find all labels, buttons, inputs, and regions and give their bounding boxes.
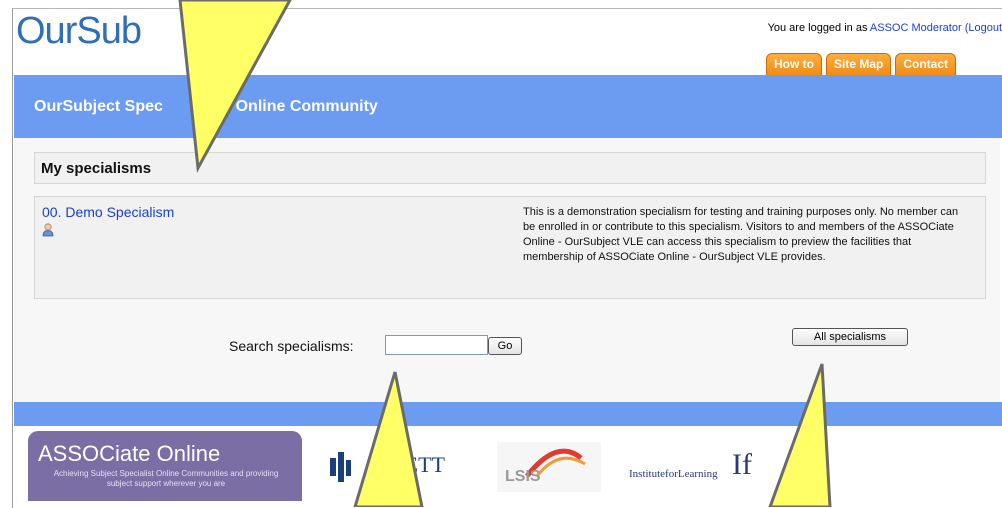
associate-online-title: ASSOCiate Online <box>38 441 221 466</box>
specialism-description: This is a demonstration specialism for t… <box>523 206 959 263</box>
page-title-start: OurSubject Spec <box>34 98 163 115</box>
specialism-link[interactable]: 00. Demo Specialism <box>42 204 174 220</box>
main-content: My specialisms 00. Demo Specialism This … <box>14 138 1000 402</box>
associate-online-logo[interactable]: ASSOCiate Online Achieving Subject Speci… <box>28 431 302 501</box>
all-specialisms-button[interactable]: All specialisms <box>792 328 908 346</box>
login-prefix: You are logged in as <box>767 22 870 34</box>
ifl-logo[interactable]: If <box>732 448 752 482</box>
section-title: My specialisms <box>41 160 152 177</box>
logout-link[interactable]: (Logout <box>965 22 1002 34</box>
lsis-label: LSIS <box>505 468 541 485</box>
go-button[interactable]: Go <box>488 337 522 355</box>
cett-label: CETT <box>390 452 445 477</box>
site-logo[interactable]: OurSub <box>16 10 142 53</box>
lsis-logo[interactable]: LSIS <box>497 442 601 492</box>
footer-band <box>14 402 1002 426</box>
user-link[interactable]: ASSOC Moderator <box>870 22 962 34</box>
header-band: OurSubject Spec ct Online Community <box>14 75 1002 138</box>
associate-online-tagline: Achieving Subject Specialist Online Comm… <box>53 469 279 488</box>
partner-logos: ASSOCiate Online Achieving Subject Speci… <box>14 426 1002 507</box>
cett-logo[interactable]: CETT <box>328 438 445 503</box>
page-title-end: ct Online Community <box>216 98 378 115</box>
ifl-label[interactable]: InstituteforLearning <box>629 468 718 480</box>
login-status: You are logged in as ASSOC Moderator (Lo… <box>768 22 1002 34</box>
search-label: Search specialisms: <box>229 338 354 354</box>
search-input[interactable] <box>385 335 488 355</box>
tab-site-map[interactable]: Site Map <box>826 53 892 76</box>
tab-how-to[interactable]: How to <box>766 53 822 76</box>
specialism-row: 00. Demo Specialism This is a demonstrat… <box>34 196 986 299</box>
top-nav-tabs: How to Site Map Contact <box>766 53 957 76</box>
my-specialisms-header: My specialisms <box>34 152 986 184</box>
person-icon[interactable] <box>42 223 54 237</box>
page-title: OurSubject Spec ct Online Community <box>34 98 378 116</box>
tab-contact[interactable]: Contact <box>895 53 957 76</box>
